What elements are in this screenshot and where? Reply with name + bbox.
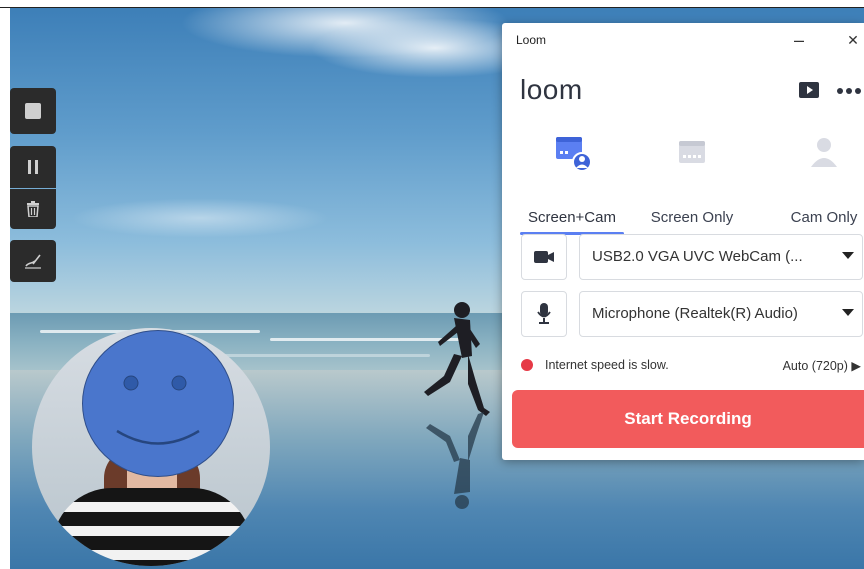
screen-cam-icon <box>556 137 592 172</box>
tab-label: Screen Only <box>650 209 734 226</box>
camera-select[interactable]: USB2.0 VGA UVC WebCam (... <box>579 234 863 280</box>
minimize-icon: – <box>793 29 804 50</box>
smiley-face-icon <box>82 330 234 477</box>
camera-icon <box>534 251 554 263</box>
stop-button[interactable] <box>10 88 56 134</box>
status-dot-icon <box>521 359 533 371</box>
webcam-bubble[interactable] <box>32 328 270 566</box>
title-bar: Loom – ✕ <box>502 23 864 57</box>
tab-screen-cam[interactable]: Screen+Cam <box>512 131 632 241</box>
cloud <box>70 198 330 238</box>
microphone-icon <box>537 303 551 324</box>
webcam-shirt <box>52 488 252 566</box>
trash-icon <box>27 201 39 217</box>
pause-button[interactable] <box>10 146 56 188</box>
tab-screen-only[interactable]: Screen Only <box>632 131 752 241</box>
delete-button[interactable] <box>10 189 56 229</box>
desktop-screen: Loom – ✕ loom Screen+Cam Screen Only Cam… <box>0 0 864 569</box>
draw-button[interactable] <box>10 240 56 282</box>
start-recording-button[interactable]: Start Recording <box>512 390 864 448</box>
status-text: Internet speed is slow. <box>545 358 669 372</box>
microphone-select-value: Microphone (Realtek(R) Audio) <box>592 305 798 322</box>
chevron-down-icon <box>842 309 854 316</box>
loom-logo: loom <box>520 74 583 105</box>
tab-label: Screen+Cam <box>528 209 616 226</box>
pause-icon <box>28 160 38 174</box>
loom-window: Loom – ✕ loom Screen+Cam Screen Only Cam… <box>502 23 864 460</box>
video-library-icon[interactable] <box>798 81 820 99</box>
camera-toggle[interactable] <box>521 234 567 280</box>
more-options-icon[interactable] <box>836 87 864 95</box>
microphone-select[interactable]: Microphone (Realtek(R) Audio) <box>579 291 863 337</box>
microphone-toggle[interactable] <box>521 291 567 337</box>
quality-selector[interactable]: Auto (720p) ▶ <box>783 358 861 373</box>
screen-only-icon <box>679 141 705 163</box>
left-border <box>0 8 10 569</box>
minimize-button[interactable]: – <box>786 29 812 51</box>
window-title: Loom <box>516 33 547 47</box>
tab-label: Cam Only <box>790 209 858 226</box>
recording-mode-tabs: Screen+Cam Screen Only Cam Only <box>502 131 864 241</box>
runner-silhouette <box>424 302 490 509</box>
close-icon: ✕ <box>847 31 859 48</box>
close-button[interactable]: ✕ <box>840 29 864 51</box>
cam-only-icon <box>811 138 837 167</box>
tab-cam-only[interactable]: Cam Only <box>764 131 864 241</box>
stop-icon <box>25 103 41 119</box>
status-bar: Internet speed is slow. Auto (720p) ▶ <box>521 356 861 376</box>
chevron-down-icon <box>842 252 854 259</box>
draw-icon <box>25 254 41 269</box>
camera-select-value: USB2.0 VGA UVC WebCam (... <box>592 248 803 265</box>
top-border <box>0 0 864 8</box>
